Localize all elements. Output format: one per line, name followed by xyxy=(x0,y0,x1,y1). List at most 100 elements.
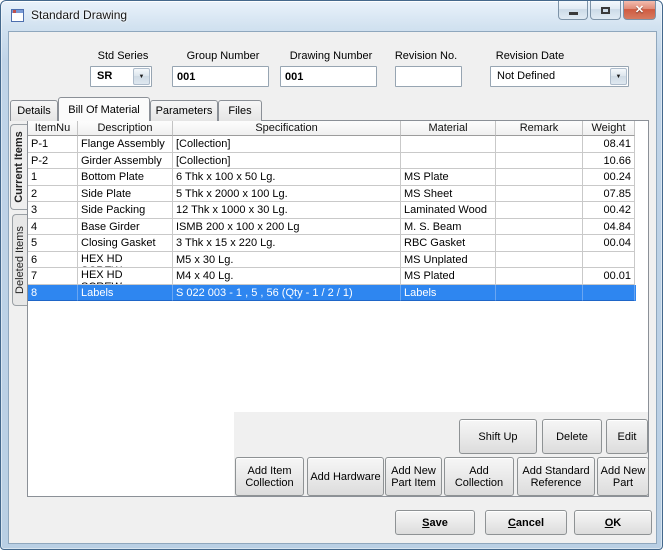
table-row[interactable]: 5Closing Gasket3 Thk x 15 x 220 Lg.RBC G… xyxy=(28,235,636,252)
chevron-down-icon[interactable]: ▼ xyxy=(610,68,627,85)
tab-bill-of-material[interactable]: Bill Of Material xyxy=(58,97,150,121)
save-button[interactable]: Save xyxy=(395,510,475,535)
close-icon: ✕ xyxy=(635,2,644,19)
cell-weight: 00.04 xyxy=(583,235,635,252)
table-row[interactable]: P-2Girder Assembly[Collection]10.66 xyxy=(28,153,636,170)
window-title: Standard Drawing xyxy=(31,8,127,22)
table-row[interactable]: P-1Flange Assembly[Collection]08.41 xyxy=(28,136,636,153)
add-item-collection-button[interactable]: Add Item Collection xyxy=(235,457,304,496)
cell-description: Closing Gasket xyxy=(78,235,173,252)
add-new-part-button[interactable]: Add New Part xyxy=(597,457,649,496)
revision-no-label: Revision No. xyxy=(393,50,459,63)
column-header-description[interactable]: Description xyxy=(78,121,173,136)
table-row[interactable]: 2Side Plate5 Thk x 2000 x 100 Lg.MS Shee… xyxy=(28,186,636,203)
side-tab-current-items[interactable]: Current Items xyxy=(10,124,27,210)
cell-weight xyxy=(583,252,635,269)
tab-files[interactable]: Files xyxy=(218,100,262,121)
cell-remark xyxy=(496,235,583,252)
cell-remark xyxy=(496,252,583,269)
drawing-number-field[interactable] xyxy=(280,66,377,87)
maximize-icon xyxy=(601,7,610,14)
cell-material xyxy=(401,136,496,153)
cell-item: 3 xyxy=(28,202,78,219)
cell-remark xyxy=(496,169,583,186)
cell-material: MS Sheet xyxy=(401,186,496,203)
cell-remark xyxy=(496,268,583,285)
cell-weight: 07.85 xyxy=(583,186,635,203)
group-number-field[interactable] xyxy=(172,66,269,87)
cell-item: 1 xyxy=(28,169,78,186)
column-header-item[interactable]: ItemNu xyxy=(28,121,78,136)
revision-date-value: Not Defined xyxy=(497,70,555,82)
cell-specification: [Collection] xyxy=(173,153,401,170)
dialog-client-area: Std Series SR ▼ Group Number Drawing Num… xyxy=(8,31,657,544)
chevron-down-icon[interactable]: ▼ xyxy=(133,68,150,85)
cell-specification: S 022 003 - 1 , 5 , 56 (Qty - 1 / 2 / 1) xyxy=(173,285,401,302)
side-tab-deleted-items[interactable]: Deleted Items xyxy=(12,214,27,306)
maximize-button[interactable] xyxy=(590,1,621,20)
cell-material: MS Plated xyxy=(401,268,496,285)
revision-date-label: Revision Date xyxy=(492,50,568,63)
cell-remark xyxy=(496,219,583,236)
std-series-combo[interactable]: SR ▼ xyxy=(90,66,152,87)
cell-weight: 00.42 xyxy=(583,202,635,219)
column-header-weight[interactable]: Weight xyxy=(583,121,635,136)
table-row[interactable]: 3Side Packing12 Thk x 1000 x 30 Lg.Lamin… xyxy=(28,202,636,219)
shift-up-button[interactable]: Shift Up xyxy=(459,419,537,454)
cell-description: Girder Assembly xyxy=(78,153,173,170)
cell-weight: 04.84 xyxy=(583,219,635,236)
cell-description: HEX HDSCREW xyxy=(78,252,173,269)
table-row[interactable]: 4Base GirderISMB 200 x 100 x 200 LgM. S.… xyxy=(28,219,636,236)
grid-header: ItemNuDescriptionSpecificationMaterialRe… xyxy=(28,121,636,136)
table-row[interactable]: 7HEX HDSCREWM4 x 40 Lg.MS Plated00.01 xyxy=(28,268,636,285)
app-icon xyxy=(11,9,24,22)
cell-remark xyxy=(496,153,583,170)
minimize-button[interactable] xyxy=(558,1,588,20)
cell-description: Side Packing xyxy=(78,202,173,219)
cell-specification: 3 Thk x 15 x 220 Lg. xyxy=(173,235,401,252)
close-button[interactable]: ✕ xyxy=(623,1,656,20)
cell-description: Bottom Plate xyxy=(78,169,173,186)
cell-item: 8 xyxy=(28,285,78,302)
edit-button[interactable]: Edit xyxy=(606,419,648,454)
cell-weight: 00.24 xyxy=(583,169,635,186)
cell-specification: [Collection] xyxy=(173,136,401,153)
cell-specification: ISMB 200 x 100 x 200 Lg xyxy=(173,219,401,236)
cell-item: 2 xyxy=(28,186,78,203)
cell-description: Flange Assembly xyxy=(78,136,173,153)
cell-weight: 00.01 xyxy=(583,268,635,285)
cell-description: Side Plate xyxy=(78,186,173,203)
cell-material: RBC Gasket xyxy=(401,235,496,252)
std-series-label: Std Series xyxy=(93,50,153,63)
column-header-specification[interactable]: Specification xyxy=(173,121,401,136)
cell-specification: M4 x 40 Lg. xyxy=(173,268,401,285)
cell-material: Laminated Wood xyxy=(401,202,496,219)
add-standard-reference-button[interactable]: Add Standard Reference xyxy=(517,457,595,496)
column-header-material[interactable]: Material xyxy=(401,121,496,136)
column-header-remark[interactable]: Remark xyxy=(496,121,583,136)
add-collection-button[interactable]: Add Collection xyxy=(444,457,514,496)
cell-specification: M5 x 30 Lg. xyxy=(173,252,401,269)
tab-details[interactable]: Details xyxy=(10,100,58,121)
delete-button[interactable]: Delete xyxy=(542,419,602,454)
cancel-button[interactable]: Cancel xyxy=(485,510,567,535)
cell-weight: 08.41 xyxy=(583,136,635,153)
table-row[interactable]: 6HEX HDSCREWM5 x 30 Lg.MS Unplated xyxy=(28,252,636,269)
cell-description: Base Girder xyxy=(78,219,173,236)
standard-drawing-window: Standard Drawing ✕ Std Series SR ▼ Group… xyxy=(0,0,663,550)
cell-item: 5 xyxy=(28,235,78,252)
ok-button[interactable]: OK xyxy=(574,510,652,535)
table-row[interactable]: 1Bottom Plate6 Thk x 100 x 50 Lg.MS Plat… xyxy=(28,169,636,186)
cell-weight: 10.66 xyxy=(583,153,635,170)
add-hardware-button[interactable]: Add Hardware xyxy=(307,457,384,496)
cell-material: Labels xyxy=(401,285,496,302)
revision-no-field[interactable] xyxy=(395,66,462,87)
tab-parameters[interactable]: Parameters xyxy=(150,100,218,121)
cell-description: HEX HDSCREW xyxy=(78,268,173,285)
table-row[interactable]: 8 LabelsS 022 003 - 1 , 5 , 56 (Qty - 1 /… xyxy=(28,285,636,302)
add-new-part-item-button[interactable]: Add New Part Item xyxy=(385,457,442,496)
drawing-number-label: Drawing Number xyxy=(285,50,377,63)
cell-material: MS Plate xyxy=(401,169,496,186)
revision-date-combo[interactable]: Not Defined ▼ xyxy=(490,66,629,87)
bill-of-material-grid: ItemNuDescriptionSpecificationMaterialRe… xyxy=(28,121,636,301)
